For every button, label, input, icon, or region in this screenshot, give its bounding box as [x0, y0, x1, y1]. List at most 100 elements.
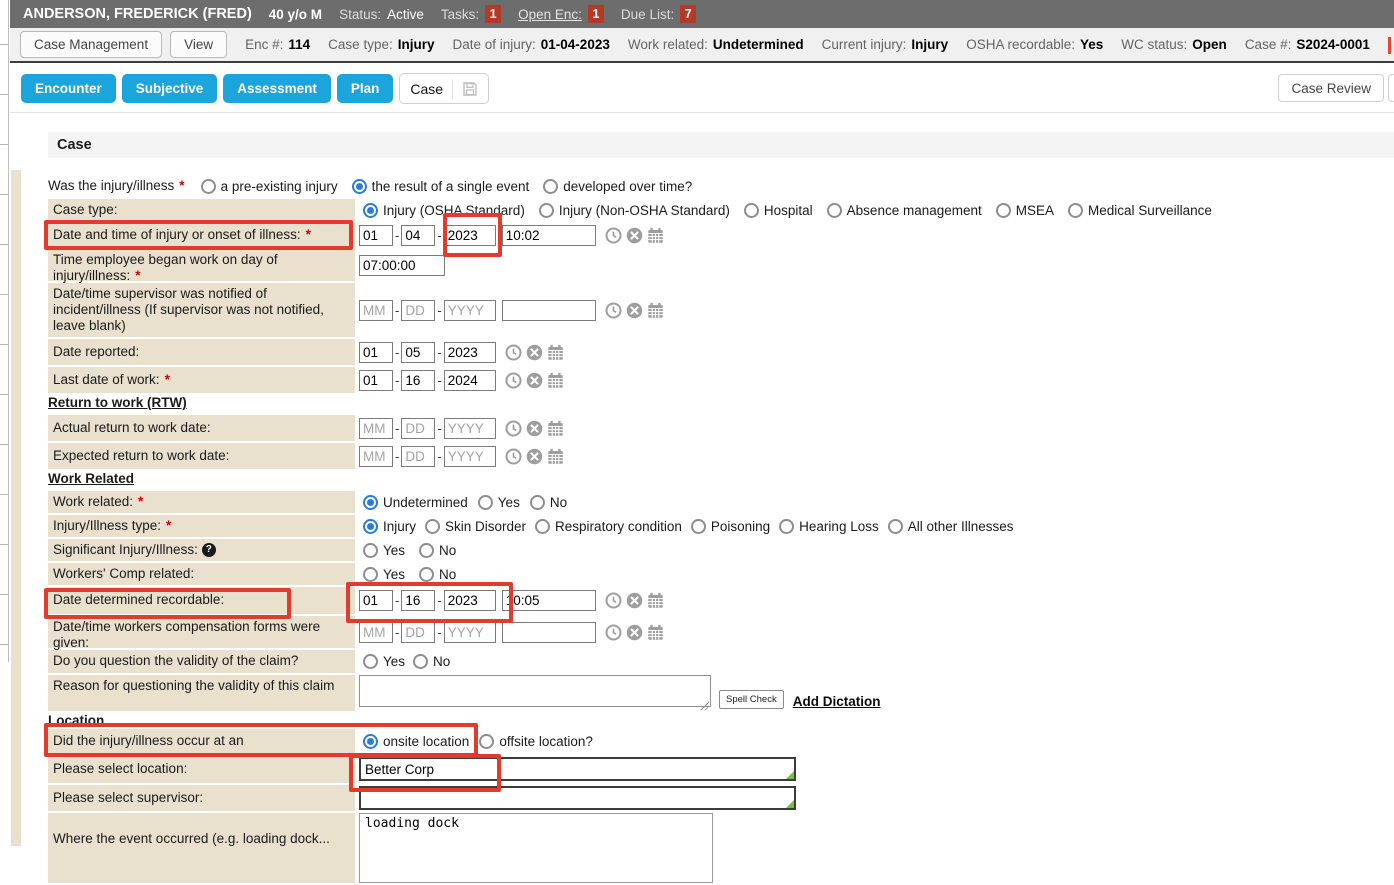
- clear-icon[interactable]: [626, 302, 643, 319]
- case-review-button[interactable]: Case Review: [1278, 74, 1384, 102]
- year-input[interactable]: [444, 590, 496, 611]
- year-input[interactable]: [444, 446, 496, 467]
- radio-single-event[interactable]: the result of a single event: [352, 179, 530, 194]
- radio-onsite-location[interactable]: onsite location: [363, 734, 469, 749]
- clock-icon[interactable]: [505, 420, 522, 437]
- time-input[interactable]: [502, 225, 596, 246]
- datetime-icons[interactable]: [605, 592, 664, 609]
- datetime-icons[interactable]: [505, 372, 564, 389]
- datetime-icons[interactable]: [605, 302, 664, 319]
- month-input[interactable]: [359, 300, 393, 321]
- view-button[interactable]: View: [170, 31, 227, 58]
- spell-check-button[interactable]: Spell Check: [719, 690, 784, 709]
- year-input[interactable]: [444, 225, 496, 246]
- help-icon[interactable]: ?: [202, 543, 216, 557]
- clear-icon[interactable]: [526, 420, 543, 437]
- tab-plan[interactable]: Plan: [337, 74, 394, 103]
- calendar-icon[interactable]: [547, 448, 564, 465]
- where-occurred-textarea[interactable]: loading dock: [359, 813, 713, 883]
- clear-icon[interactable]: [526, 448, 543, 465]
- clear-icon[interactable]: [526, 344, 543, 361]
- radio-no[interactable]: No: [419, 567, 456, 582]
- due-list-count-badge[interactable]: 7: [680, 5, 696, 23]
- datetime-icons[interactable]: [605, 227, 664, 244]
- month-input[interactable]: [359, 225, 393, 246]
- clear-icon[interactable]: [626, 624, 643, 641]
- radio-yes[interactable]: Yes: [363, 654, 405, 669]
- radio-injury[interactable]: Injury: [363, 519, 416, 534]
- clock-icon[interactable]: [505, 448, 522, 465]
- radio-poisoning[interactable]: Poisoning: [691, 519, 770, 534]
- partial-button-edge[interactable]: [1388, 74, 1394, 102]
- calendar-icon[interactable]: [547, 372, 564, 389]
- add-dictation-link[interactable]: Add Dictation: [793, 694, 881, 709]
- month-input[interactable]: [359, 418, 393, 439]
- month-input[interactable]: [359, 446, 393, 467]
- clock-icon[interactable]: [505, 372, 522, 389]
- calendar-icon[interactable]: [647, 592, 664, 609]
- radio-respiratory-condition[interactable]: Respiratory condition: [535, 519, 682, 534]
- open-enc-count-badge[interactable]: 1: [588, 5, 604, 23]
- save-icon[interactable]: [462, 81, 478, 97]
- supervisor-input[interactable]: [361, 788, 794, 808]
- radio-undetermined[interactable]: Undetermined: [363, 495, 468, 510]
- radio-no[interactable]: No: [413, 654, 450, 669]
- radio-yes[interactable]: Yes: [363, 543, 405, 558]
- month-input[interactable]: [359, 622, 393, 643]
- time-input[interactable]: [502, 590, 596, 611]
- time-input[interactable]: [502, 622, 596, 643]
- case-management-button[interactable]: Case Management: [20, 31, 162, 58]
- time-input[interactable]: [502, 300, 596, 321]
- tab-encounter[interactable]: Encounter: [21, 74, 116, 103]
- radio-developed-over-time[interactable]: developed over time?: [543, 179, 692, 194]
- tab-subjective[interactable]: Subjective: [122, 74, 218, 103]
- clear-icon[interactable]: [526, 372, 543, 389]
- datetime-icons[interactable]: [505, 344, 564, 361]
- validity-reason-textarea[interactable]: [359, 675, 711, 707]
- day-input[interactable]: [401, 622, 435, 643]
- clear-icon[interactable]: [626, 227, 643, 244]
- radio-offsite-location[interactable]: offsite location?: [479, 734, 593, 749]
- radio-no[interactable]: No: [419, 543, 456, 558]
- radio-all-other-illnesses[interactable]: All other Illnesses: [888, 519, 1014, 534]
- day-input[interactable]: [401, 418, 435, 439]
- calendar-icon[interactable]: [547, 344, 564, 361]
- clock-icon[interactable]: [605, 624, 622, 641]
- calendar-icon[interactable]: [647, 624, 664, 641]
- radio-msea[interactable]: MSEA: [996, 203, 1054, 218]
- radio-no[interactable]: No: [530, 495, 567, 510]
- year-input[interactable]: [444, 300, 496, 321]
- day-input[interactable]: [401, 590, 435, 611]
- day-input[interactable]: [401, 300, 435, 321]
- month-input[interactable]: [359, 590, 393, 611]
- clock-icon[interactable]: [605, 302, 622, 319]
- day-input[interactable]: [401, 342, 435, 363]
- year-input[interactable]: [444, 418, 496, 439]
- year-input[interactable]: [444, 622, 496, 643]
- datetime-icons[interactable]: [605, 624, 664, 641]
- radio-injury-osha[interactable]: Injury (OSHA Standard): [363, 203, 525, 218]
- calendar-icon[interactable]: [647, 302, 664, 319]
- calendar-icon[interactable]: [647, 227, 664, 244]
- clear-icon[interactable]: [626, 592, 643, 609]
- datetime-icons[interactable]: [505, 420, 564, 437]
- clock-icon[interactable]: [605, 227, 622, 244]
- radio-yes[interactable]: Yes: [363, 567, 405, 582]
- radio-hospital[interactable]: Hospital: [744, 203, 813, 218]
- tasks-count-badge[interactable]: 1: [485, 5, 501, 23]
- year-input[interactable]: [444, 370, 496, 391]
- clock-icon[interactable]: [605, 592, 622, 609]
- tab-case-active[interactable]: Case: [399, 73, 489, 104]
- radio-injury-non-osha[interactable]: Injury (Non-OSHA Standard): [539, 203, 730, 218]
- radio-skin-disorder[interactable]: Skin Disorder: [425, 519, 526, 534]
- day-input[interactable]: [401, 370, 435, 391]
- tab-assessment[interactable]: Assessment: [223, 74, 331, 103]
- datetime-icons[interactable]: [505, 448, 564, 465]
- year-input[interactable]: [444, 342, 496, 363]
- calendar-icon[interactable]: [547, 420, 564, 437]
- open-enc-link[interactable]: Open Enc:: [518, 7, 582, 22]
- clock-icon[interactable]: [505, 344, 522, 361]
- radio-yes[interactable]: Yes: [478, 495, 520, 510]
- month-input[interactable]: [359, 342, 393, 363]
- radio-pre-existing-injury[interactable]: a pre-existing injury: [201, 179, 338, 194]
